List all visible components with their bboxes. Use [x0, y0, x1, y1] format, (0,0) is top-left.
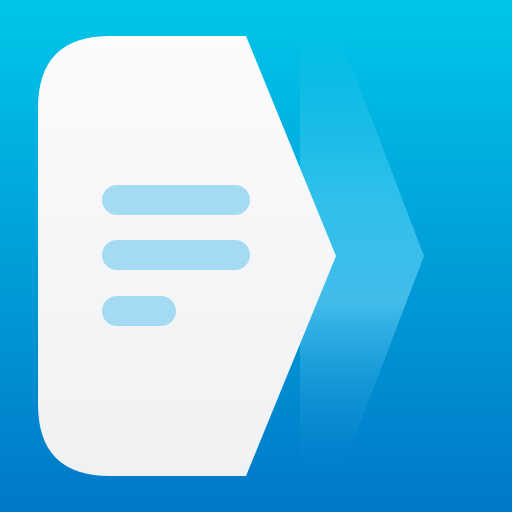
document-arrow-icon — [0, 0, 512, 512]
app-icon — [0, 0, 512, 512]
text-line-1 — [102, 185, 250, 215]
text-line-2 — [102, 240, 250, 270]
text-line-3 — [102, 296, 176, 326]
